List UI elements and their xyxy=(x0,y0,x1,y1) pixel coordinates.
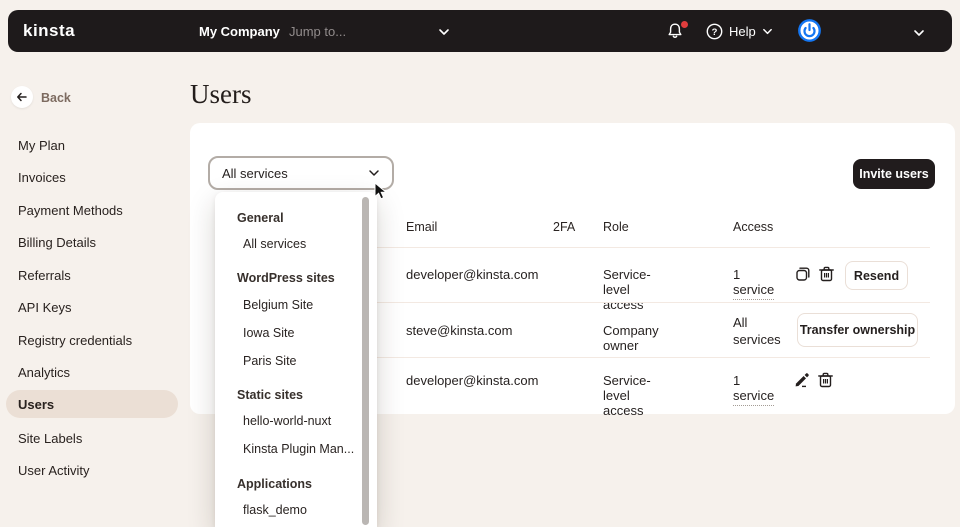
column-header-email: Email xyxy=(406,220,438,234)
jump-chevron-down-icon[interactable] xyxy=(438,26,450,38)
user-email: steve@kinsta.com xyxy=(406,323,513,338)
sidebar-item-analytics[interactable]: Analytics xyxy=(18,365,70,380)
kinsta-logo[interactable]: kinsta xyxy=(23,21,75,41)
select-chevron-down-icon xyxy=(369,170,379,176)
service-filter-select[interactable]: All services xyxy=(208,156,394,190)
sidebar-item-registry-credentials[interactable]: Registry credentials xyxy=(18,333,132,348)
dropdown-scrollbar[interactable] xyxy=(362,197,369,525)
company-menu[interactable]: My Company xyxy=(199,24,280,39)
help-question-icon: ? xyxy=(706,23,723,40)
page-title: Users xyxy=(190,79,252,109)
user-email: developer@kinsta.com xyxy=(406,373,539,388)
access-value: All services xyxy=(733,315,781,347)
arrow-left-icon xyxy=(17,92,27,102)
dropdown-item-all-services[interactable]: All services xyxy=(243,237,306,251)
dropdown-group-static-sites: Static sites xyxy=(237,388,304,402)
dropdown-item-kinsta-plugin-man[interactable]: Kinsta Plugin Man... xyxy=(243,442,354,456)
sidebar-item-invoices[interactable]: Invoices xyxy=(18,170,66,185)
transfer-ownership-button[interactable]: Transfer ownership xyxy=(797,313,918,347)
mykinsta-power-badge[interactable] xyxy=(798,19,821,42)
notification-badge xyxy=(681,21,688,28)
resend-button[interactable]: Resend xyxy=(845,261,908,290)
help-label: Help xyxy=(729,24,756,39)
user-role: Service-level access xyxy=(603,267,651,312)
user-email: developer@kinsta.com xyxy=(406,267,539,282)
mouse-cursor xyxy=(374,182,388,200)
back-button[interactable] xyxy=(11,86,33,108)
dropdown-item-belgium-site[interactable]: Belgium Site xyxy=(243,298,313,312)
service-filter-value: All services xyxy=(222,165,288,181)
dropdown-item-flask-demo[interactable]: flask_demo xyxy=(243,503,307,517)
trash-icon[interactable] xyxy=(818,265,835,283)
sidebar-item-payment-methods[interactable]: Payment Methods xyxy=(18,203,123,218)
dropdown-group-applications: Applications xyxy=(237,477,313,491)
service-filter-dropdown: General All services WordPress sites Bel… xyxy=(215,192,377,527)
sidebar-item-site-labels[interactable]: Site Labels xyxy=(18,431,82,446)
dropdown-item-iowa-site[interactable]: Iowa Site xyxy=(243,326,294,340)
column-header-role: Role xyxy=(603,220,629,234)
dropdown-group-general: General xyxy=(237,211,284,225)
user-role: Company owner xyxy=(603,323,659,353)
account-chevron-down-icon[interactable] xyxy=(913,27,925,39)
edit-pencil-icon[interactable] xyxy=(793,371,811,389)
dropdown-item-hello-world-nuxt[interactable]: hello-world-nuxt xyxy=(243,414,331,428)
trash-icon[interactable] xyxy=(817,371,834,389)
svg-text:?: ? xyxy=(712,27,718,38)
help-menu[interactable]: ? Help xyxy=(706,23,773,40)
invite-users-button[interactable]: Invite users xyxy=(853,159,935,189)
access-value[interactable]: 1 service xyxy=(733,267,775,300)
sidebar-item-billing-details[interactable]: Billing Details xyxy=(18,235,96,250)
copy-icon[interactable] xyxy=(794,265,812,283)
column-header-2fa: 2FA xyxy=(553,220,576,234)
sidebar-item-user-activity[interactable]: User Activity xyxy=(18,463,90,478)
sidebar-item-referrals[interactable]: Referrals xyxy=(18,268,71,283)
dropdown-item-paris-site[interactable]: Paris Site xyxy=(243,354,297,368)
column-header-access: Access xyxy=(733,220,774,234)
sidebar-item-api-keys[interactable]: API Keys xyxy=(18,300,71,315)
jump-to-input[interactable]: Jump to... xyxy=(289,24,346,39)
sidebar-item-my-plan[interactable]: My Plan xyxy=(18,138,65,153)
top-navbar: kinsta My Company Jump to... ? Help xyxy=(8,10,952,52)
access-value[interactable]: 1 service xyxy=(733,373,775,406)
dropdown-group-wordpress-sites: WordPress sites xyxy=(237,271,335,285)
sidebar-item-users[interactable]: Users xyxy=(18,397,54,412)
user-role: Service-level access xyxy=(603,373,651,418)
help-chevron-down-icon xyxy=(762,28,772,35)
back-label[interactable]: Back xyxy=(41,91,71,105)
